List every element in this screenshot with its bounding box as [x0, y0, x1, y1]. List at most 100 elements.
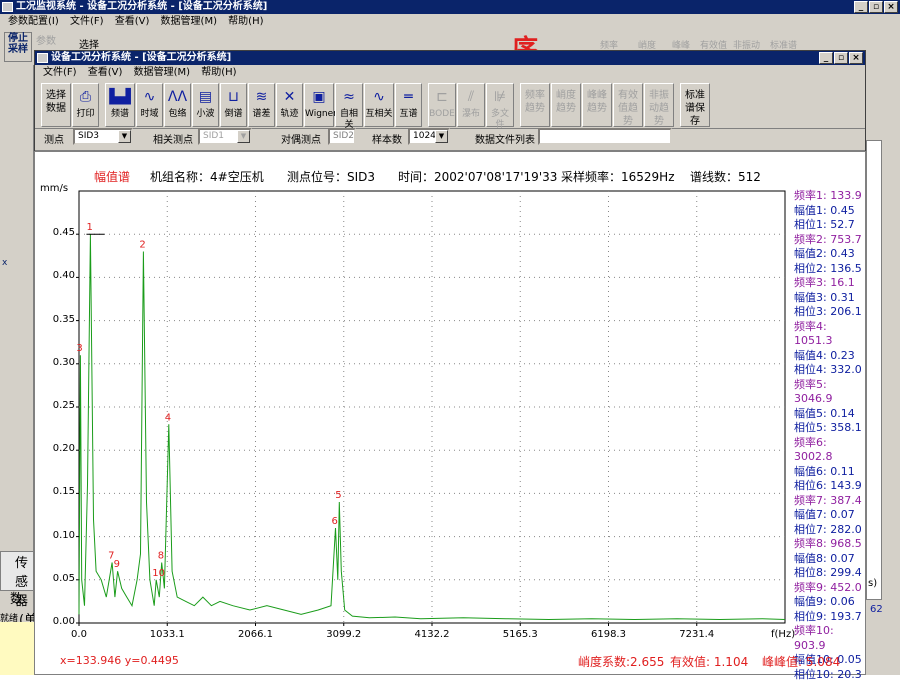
toolbar-icon-9: ▣ — [312, 89, 325, 105]
toolbar-label-3: 时域 — [140, 109, 158, 119]
peak-marker-label: 5 — [335, 490, 341, 501]
x-tick-label: 5165.3 — [490, 629, 550, 640]
peak-marker-label: 10 — [152, 568, 165, 579]
peak-phase-7: 相位7: 282.0 — [794, 523, 866, 538]
data-label: 数 — [10, 588, 23, 607]
toolbar-icon-4: ΛΛ — [168, 89, 187, 105]
peak-amp-9: 幅值9: 0.06 — [794, 595, 866, 610]
inner-close-button[interactable]: × — [849, 52, 863, 64]
spectrum-chart: 12345678910 — [34, 151, 866, 675]
files-select[interactable] — [538, 128, 672, 145]
x-tick-label: 3099.2 — [314, 629, 374, 640]
right-frag-1: s) — [868, 578, 877, 589]
point-select[interactable]: SID3▼ — [73, 128, 133, 145]
toolbar-button-2[interactable]: ▙▟频谱 — [105, 83, 135, 127]
inner-minimize-button[interactable]: _ — [819, 52, 833, 64]
toolbar-button-17[interactable]: 峭度趋势 — [551, 83, 581, 127]
params-button[interactable]: 参数 — [36, 32, 66, 52]
peak-phase-9: 相位9: 193.7 — [794, 610, 866, 625]
inner-menu-file[interactable]: 文件(F) — [43, 67, 77, 78]
inner-menu-help[interactable]: 帮助(H) — [201, 67, 236, 78]
chevron-down-icon: ▼ — [237, 130, 250, 143]
toolbar-button-7[interactable]: ≋ 谱差 — [248, 83, 275, 127]
peak-marker-label: 3 — [76, 343, 82, 354]
toolbar-button-11[interactable]: ∿互相关 — [364, 83, 394, 127]
y-tick-label: 0.45 — [41, 227, 75, 238]
peak-marker-label: 2 — [139, 239, 145, 250]
toolbar-icon-13: ⊏ — [436, 89, 448, 105]
peak-phase-8: 相位8: 299.4 — [794, 566, 866, 581]
peak-freq-8: 频率8: 968.5 — [794, 537, 866, 552]
toolbar-label-7: 谱差 — [252, 109, 270, 119]
toolbar-button-0[interactable]: 选择数据 — [41, 83, 71, 127]
peak-amp-3: 幅值3: 0.31 — [794, 291, 866, 306]
outer-title: 工况监视系统 - 设备工况分析系统 - [设备工况分析系统] — [16, 1, 267, 12]
toolbar-button-14[interactable]: ⫽瀑布 — [457, 83, 485, 127]
pair-label: 对偶测点 — [281, 131, 321, 146]
inner-menu-data[interactable]: 数据管理(M) — [134, 67, 190, 78]
peak-freq-6: 频率6: 3002.8 — [794, 436, 866, 465]
peak-freq-2: 频率2: 753.7 — [794, 233, 866, 248]
peak-list: 频率1: 133.9幅值1: 0.45相位1: 52.7频率2: 753.7幅值… — [794, 189, 866, 682]
y-tick-label: 0.20 — [41, 443, 75, 454]
samples-select[interactable]: 1024▼ — [408, 128, 450, 145]
outer-bottom-pad — [0, 622, 34, 675]
related-select[interactable]: SID1▼ — [198, 128, 252, 145]
toolbar-label-4: 包络 — [168, 109, 186, 119]
toolbar-label-1: 打印 — [76, 109, 94, 119]
toolbar-button-6[interactable]: ⊔倒谱 — [220, 83, 247, 127]
peak-marker-label: 8 — [158, 551, 164, 562]
peak-freq-7: 频率7: 387.4 — [794, 494, 866, 509]
toolbar-icon-8: ✕ — [284, 89, 296, 105]
menu-help[interactable]: 帮助(H) — [228, 16, 263, 27]
toolbar-label-13: BODE — [429, 109, 455, 119]
toolbar-icon-12: ═ — [404, 89, 412, 105]
toolbar-icon-2: ▙▟ — [109, 89, 131, 105]
toolbar-button-21[interactable]: 标准谱保存 — [680, 83, 710, 127]
menu-data[interactable]: 数据管理(M) — [161, 16, 217, 27]
toolbar-button-8[interactable]: ✕轨迹 — [276, 83, 303, 127]
params-bar: 测点 SID3▼ 相关测点 SID1▼ 对偶测点 SID2 样本数 1024▼ … — [35, 123, 865, 151]
toolbar-icon-7: ≋ — [256, 89, 268, 105]
y-tick-label: 0.40 — [41, 270, 75, 281]
point-value: SID3 — [78, 131, 99, 141]
menu-view[interactable]: 查看(V) — [115, 16, 150, 27]
restore-button[interactable]: ▫ — [869, 1, 883, 13]
toolbar-button-20[interactable]: 非振动趋势 — [644, 83, 674, 127]
inner-titlebar: 设备工况分析系统 - [设备工况分析系统] _ ▫ × — [35, 51, 865, 65]
toolbar-button-5[interactable]: ▤小波 — [192, 83, 219, 127]
toolbar-label-21: 标准谱保存 — [685, 90, 705, 127]
menu-file[interactable]: 文件(F) — [70, 16, 104, 27]
stop-sampling-button[interactable]: 停止采样 — [4, 32, 32, 62]
y-axis-label: mm/s — [40, 183, 68, 194]
toolbar-button-13[interactable]: ⊏ BODE — [428, 83, 456, 127]
toolbar-button-9[interactable]: ▣Wigner — [304, 83, 334, 127]
y-tick-label: 0.10 — [41, 530, 75, 541]
x-tick-label: 6198.3 — [578, 629, 638, 640]
toolbar-button-1[interactable]: ⎙打印 — [72, 83, 99, 127]
toolbar-button-10[interactable]: ≈自相关 — [335, 83, 363, 127]
toolbar-button-19[interactable]: 有效值趋势 — [613, 83, 643, 127]
toolbar-button-16[interactable]: 频率趋势 — [520, 83, 550, 127]
related-label: 相关测点 — [153, 131, 193, 146]
toolbar-button-3[interactable]: ∿时域 — [136, 83, 163, 127]
toolbar-button-15[interactable]: ⊯多文件 — [486, 83, 514, 127]
samples-value: 1024 — [413, 131, 436, 141]
toolbar-label-19: 有效值趋势 — [618, 90, 638, 127]
menu-config[interactable]: 参数配置(I) — [8, 16, 59, 27]
minimize-button[interactable]: _ — [854, 1, 868, 13]
inner-menu-view[interactable]: 查看(V) — [88, 67, 123, 78]
toolbar-icon-10: ≈ — [343, 89, 355, 105]
toolbar-button-12[interactable]: ═互谱 — [395, 83, 422, 127]
close-button[interactable]: × — [884, 1, 898, 13]
toolbar-button-4[interactable]: ΛΛ 包络 — [164, 83, 191, 127]
sensor-panel: 传感器 (单 — [0, 551, 34, 591]
app-icon — [2, 2, 13, 12]
toolbar-icon-6: ⊔ — [228, 89, 239, 105]
peak-amp-7: 幅值7: 0.07 — [794, 508, 866, 523]
x-tick-label: 7231.4 — [667, 629, 727, 640]
inner-restore-button[interactable]: ▫ — [834, 52, 848, 64]
inner-app-icon — [37, 53, 48, 63]
toolbar-label-11: 互相关 — [365, 109, 392, 119]
toolbar-button-18[interactable]: 峰峰趋势 — [582, 83, 612, 127]
